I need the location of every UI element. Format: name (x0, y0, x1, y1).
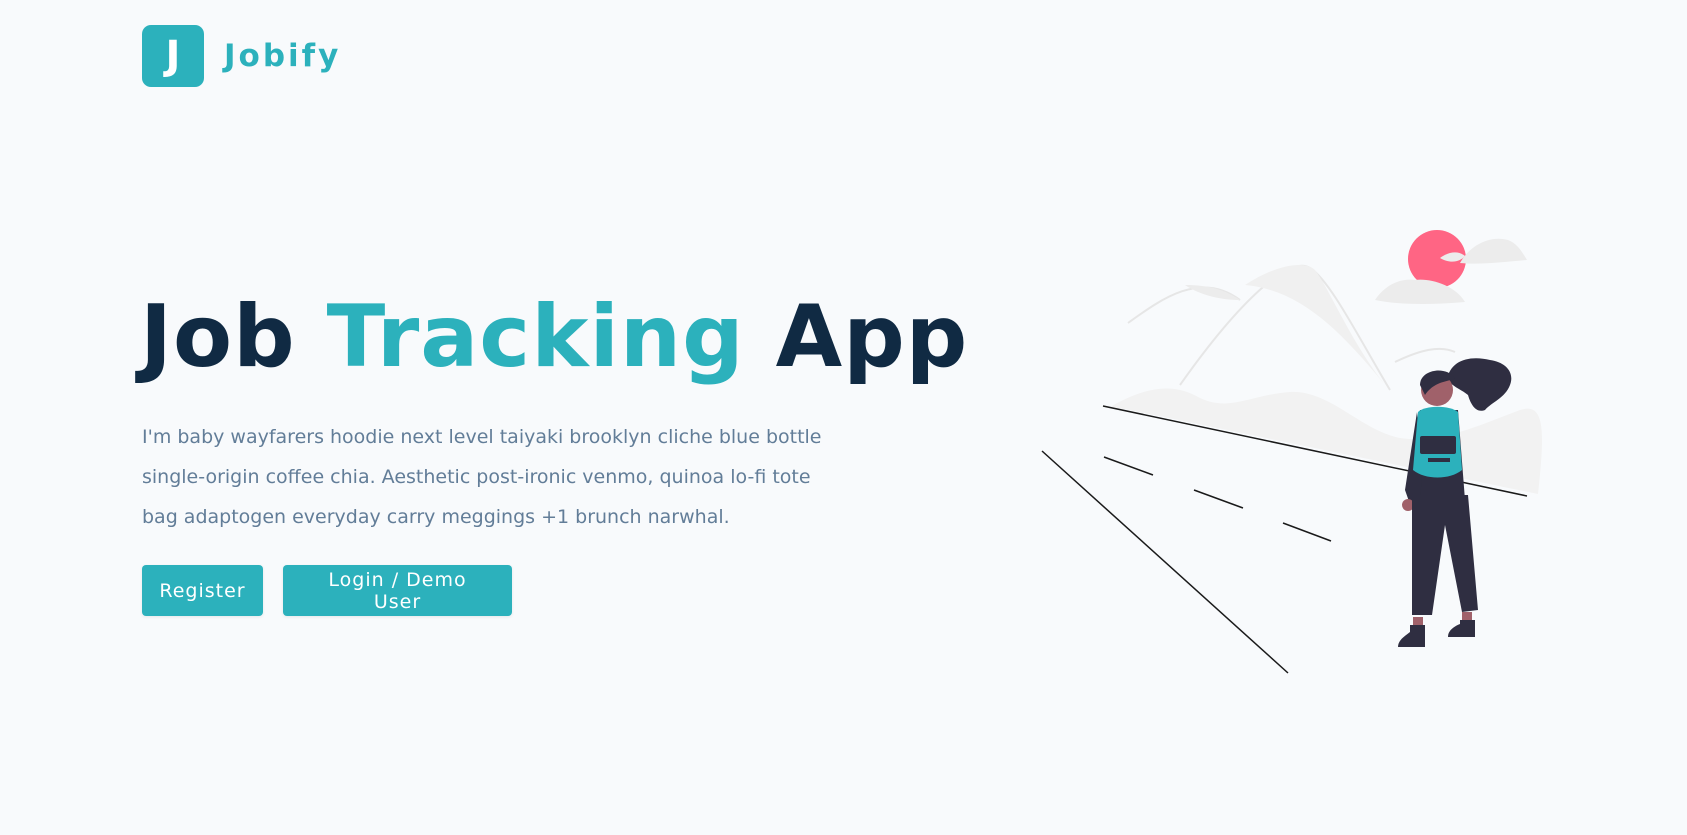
hero-title-accent: Tracking (326, 287, 745, 387)
shoe-shape (1398, 625, 1425, 647)
woman-traveler-landscape-illustration (1041, 230, 1543, 674)
hero-title-part2: App (775, 287, 969, 387)
hero-buttons: Register Login / Demo User (142, 565, 512, 616)
cloud-shape (1460, 238, 1527, 264)
register-button[interactable]: Register (142, 565, 263, 616)
road-edge-line (1041, 450, 1289, 674)
road-dash-line (1103, 456, 1154, 476)
road-dash-line (1282, 522, 1332, 542)
logo-mark-icon: J (142, 25, 204, 87)
right-hill-shape (1394, 347, 1456, 363)
brand-logo[interactable]: J Jobify (142, 25, 341, 87)
mountain-fill-shape (1245, 265, 1385, 385)
backpack-pocket-shape (1420, 436, 1456, 454)
hero-title: Job Tracking App (140, 290, 968, 385)
hair-shape (1447, 358, 1512, 411)
legs-shape (1412, 495, 1478, 615)
backpack-strap-shape (1428, 458, 1450, 462)
road-dash-line (1193, 489, 1244, 509)
brand-name: Jobify (224, 38, 342, 74)
shoe-shape (1448, 620, 1475, 637)
landing-page: J Jobify Job Tracking App I'm baby wayfa… (0, 0, 1687, 835)
login-demo-button[interactable]: Login / Demo User (283, 565, 512, 616)
hero-description: I'm baby wayfarers hoodie next level tai… (142, 426, 822, 528)
hero-title-part1: Job (140, 287, 296, 387)
